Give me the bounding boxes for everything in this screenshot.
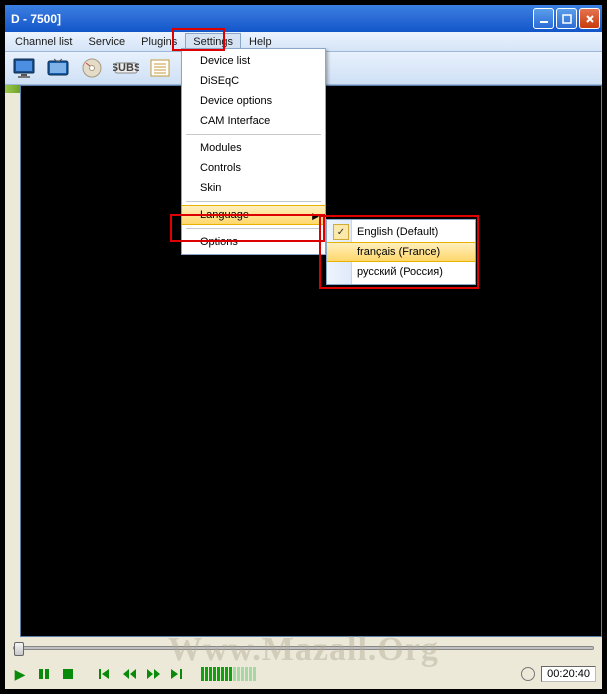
toolbar-subs-icon[interactable]: SUBS bbox=[111, 54, 141, 82]
language-russian[interactable]: русский (Россия) bbox=[327, 262, 475, 282]
toolbar-monitor-icon[interactable] bbox=[9, 54, 39, 82]
language-english[interactable]: ✓ English (Default) bbox=[327, 222, 475, 242]
dropdown-skin[interactable]: Skin bbox=[182, 178, 325, 198]
toolbar-tv-icon[interactable] bbox=[43, 54, 73, 82]
dropdown-separator bbox=[186, 134, 321, 135]
pause-button[interactable] bbox=[35, 665, 53, 683]
language-submenu: ✓ English (Default) français (France) ру… bbox=[326, 219, 476, 285]
titlebar: D - 7500] bbox=[5, 5, 602, 32]
left-rail-indicator bbox=[5, 85, 20, 93]
menu-plugins[interactable]: Plugins bbox=[133, 33, 185, 51]
settings-dropdown: Device list DiSEqC Device options CAM In… bbox=[181, 48, 326, 255]
svg-text:SUBS: SUBS bbox=[113, 62, 139, 74]
maximize-button[interactable] bbox=[556, 8, 577, 29]
vu-meter bbox=[201, 665, 515, 683]
dropdown-separator bbox=[186, 201, 321, 202]
left-rail bbox=[5, 85, 20, 637]
window-controls bbox=[533, 8, 600, 29]
minimize-button[interactable] bbox=[533, 8, 554, 29]
dropdown-diseqc[interactable]: DiSEqC bbox=[182, 71, 325, 91]
toolbar-list-icon[interactable] bbox=[145, 54, 175, 82]
playback-controls: ▶ 00:20:40 bbox=[5, 659, 602, 689]
window-title: D - 7500] bbox=[11, 12, 61, 26]
clock-icon bbox=[521, 667, 535, 681]
submenu-arrow-icon: ▶ bbox=[312, 211, 319, 222]
time-display: 00:20:40 bbox=[541, 666, 596, 682]
dropdown-controls[interactable]: Controls bbox=[182, 158, 325, 178]
seek-bar-row bbox=[5, 637, 602, 659]
menu-channel-list[interactable]: Channel list bbox=[7, 33, 80, 51]
language-russian-label: русский (Россия) bbox=[357, 266, 443, 278]
next-track-button[interactable] bbox=[169, 665, 187, 683]
language-francais-label: français (France) bbox=[357, 246, 440, 258]
rewind-button[interactable] bbox=[121, 665, 139, 683]
seek-bar[interactable] bbox=[13, 646, 594, 650]
dropdown-device-options[interactable]: Device options bbox=[182, 91, 325, 111]
dropdown-device-list[interactable]: Device list bbox=[182, 51, 325, 71]
play-button[interactable]: ▶ bbox=[11, 665, 29, 683]
dropdown-language-label: Language bbox=[200, 209, 249, 221]
toolbar-disc-icon[interactable] bbox=[77, 54, 107, 82]
dropdown-modules[interactable]: Modules bbox=[182, 138, 325, 158]
menu-service[interactable]: Service bbox=[80, 33, 133, 51]
check-icon: ✓ bbox=[333, 224, 349, 240]
dropdown-options[interactable]: Options bbox=[182, 232, 325, 252]
language-francais[interactable]: français (France) bbox=[327, 242, 475, 262]
stop-button[interactable] bbox=[59, 665, 77, 683]
dropdown-language[interactable]: Language ▶ bbox=[182, 205, 325, 225]
language-english-label: English (Default) bbox=[357, 226, 438, 238]
close-button[interactable] bbox=[579, 8, 600, 29]
time-value: 00:20:40 bbox=[547, 668, 590, 680]
dropdown-separator bbox=[186, 228, 321, 229]
prev-track-button[interactable] bbox=[97, 665, 115, 683]
dropdown-cam-interface[interactable]: CAM Interface bbox=[182, 111, 325, 131]
seek-thumb[interactable] bbox=[14, 642, 24, 656]
forward-button[interactable] bbox=[145, 665, 163, 683]
